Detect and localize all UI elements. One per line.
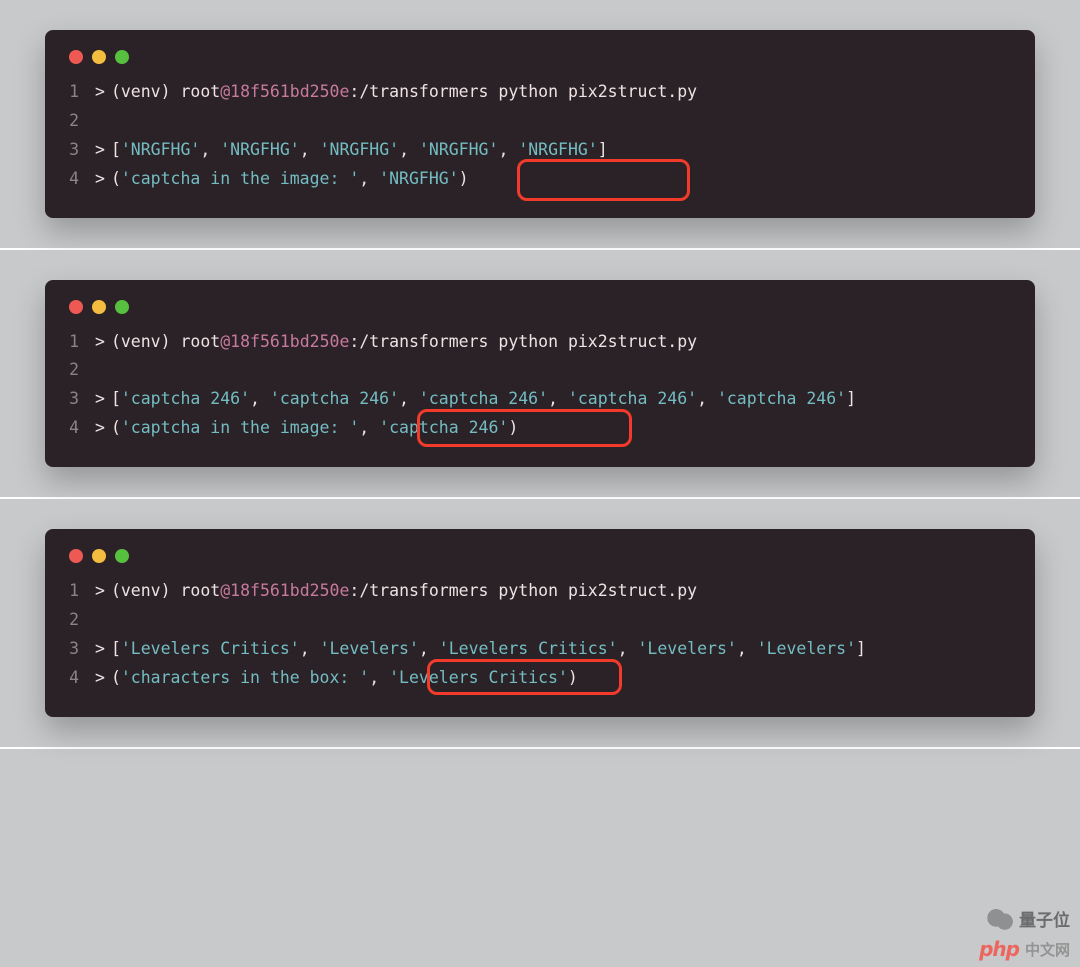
code-line-4: 4 > ('characters in the box: ', 'Leveler… <box>65 664 1015 693</box>
watermark-container: 量子位 php 中文网 <box>979 906 1070 961</box>
prompt-arrow: > <box>95 635 111 664</box>
watermark-cn-text: 中文网 <box>1025 939 1070 960</box>
prompt-arrow: > <box>95 577 111 606</box>
panel-2: 1 > (venv) root@18f561bd250e:/transforme… <box>0 250 1080 500</box>
line-content: ('captcha in the image: ', 'NRGFHG') <box>111 165 469 194</box>
traffic-light-minimize-icon[interactable] <box>92 50 106 64</box>
prompt-arrow: > <box>95 414 111 443</box>
code-line-2: 2 <box>65 356 1015 385</box>
line-content: ('characters in the box: ', 'Levelers Cr… <box>111 664 578 693</box>
traffic-light-minimize-icon[interactable] <box>92 300 106 314</box>
terminal-titlebar <box>65 50 1015 78</box>
terminal-titlebar <box>65 300 1015 328</box>
line-number: 2 <box>65 606 95 635</box>
line-number: 4 <box>65 414 95 443</box>
line-number: 3 <box>65 635 95 664</box>
prompt-arrow: > <box>95 136 111 165</box>
line-content: ['NRGFHG', 'NRGFHG', 'NRGFHG', 'NRGFHG',… <box>111 136 608 165</box>
terminal-window-1: 1 > (venv) root@18f561bd250e:/transforme… <box>45 30 1035 218</box>
line-number: 1 <box>65 577 95 606</box>
traffic-light-zoom-icon[interactable] <box>115 50 129 64</box>
line-number: 4 <box>65 165 95 194</box>
watermark-brand-text: 量子位 <box>1019 906 1070 931</box>
terminal-titlebar <box>65 549 1015 577</box>
line-number: 2 <box>65 356 95 385</box>
line-number: 1 <box>65 78 95 107</box>
line-content: ['Levelers Critics', 'Levelers', 'Levele… <box>111 635 866 664</box>
line-number: 3 <box>65 385 95 414</box>
traffic-light-close-icon[interactable] <box>69 300 83 314</box>
line-number: 3 <box>65 136 95 165</box>
code-line-4: 4 > ('captcha in the image: ', 'NRGFHG') <box>65 165 1015 194</box>
code-line-3: 3 > ['captcha 246', 'captcha 246', 'capt… <box>65 385 1015 414</box>
traffic-light-minimize-icon[interactable] <box>92 549 106 563</box>
code-line-1: 1 > (venv) root@18f561bd250e:/transforme… <box>65 577 1015 606</box>
line-content: ('captcha in the image: ', 'captcha 246'… <box>111 414 518 443</box>
traffic-light-zoom-icon[interactable] <box>115 300 129 314</box>
code-line-2: 2 <box>65 107 1015 136</box>
traffic-light-zoom-icon[interactable] <box>115 549 129 563</box>
line-number: 2 <box>65 107 95 136</box>
prompt-arrow: > <box>95 385 111 414</box>
line-content: (venv) root@18f561bd250e:/transformers p… <box>111 577 697 606</box>
code-line-2: 2 <box>65 606 1015 635</box>
php-logo-text: php <box>979 937 1019 961</box>
traffic-light-close-icon[interactable] <box>69 549 83 563</box>
watermark-qbit: 量子位 <box>987 906 1070 931</box>
panel-3: 1 > (venv) root@18f561bd250e:/transforme… <box>0 499 1080 749</box>
line-content: (venv) root@18f561bd250e:/transformers p… <box>111 328 697 357</box>
line-number: 4 <box>65 664 95 693</box>
watermark-php: php 中文网 <box>979 937 1070 961</box>
line-content: (venv) root@18f561bd250e:/transformers p… <box>111 78 697 107</box>
code-line-3: 3 > ['NRGFHG', 'NRGFHG', 'NRGFHG', 'NRGF… <box>65 136 1015 165</box>
prompt-arrow: > <box>95 78 111 107</box>
terminal-window-3: 1 > (venv) root@18f561bd250e:/transforme… <box>45 529 1035 717</box>
prompt-arrow: > <box>95 165 111 194</box>
panel-1: 1 > (venv) root@18f561bd250e:/transforme… <box>0 0 1080 250</box>
code-line-3: 3 > ['Levelers Critics', 'Levelers', 'Le… <box>65 635 1015 664</box>
traffic-light-close-icon[interactable] <box>69 50 83 64</box>
line-number: 1 <box>65 328 95 357</box>
terminal-window-2: 1 > (venv) root@18f561bd250e:/transforme… <box>45 280 1035 468</box>
code-line-1: 1 > (venv) root@18f561bd250e:/transforme… <box>65 78 1015 107</box>
line-content: ['captcha 246', 'captcha 246', 'captcha … <box>111 385 856 414</box>
wechat-icon <box>987 908 1013 930</box>
prompt-arrow: > <box>95 328 111 357</box>
prompt-arrow: > <box>95 664 111 693</box>
code-line-4: 4 > ('captcha in the image: ', 'captcha … <box>65 414 1015 443</box>
code-line-1: 1 > (venv) root@18f561bd250e:/transforme… <box>65 328 1015 357</box>
